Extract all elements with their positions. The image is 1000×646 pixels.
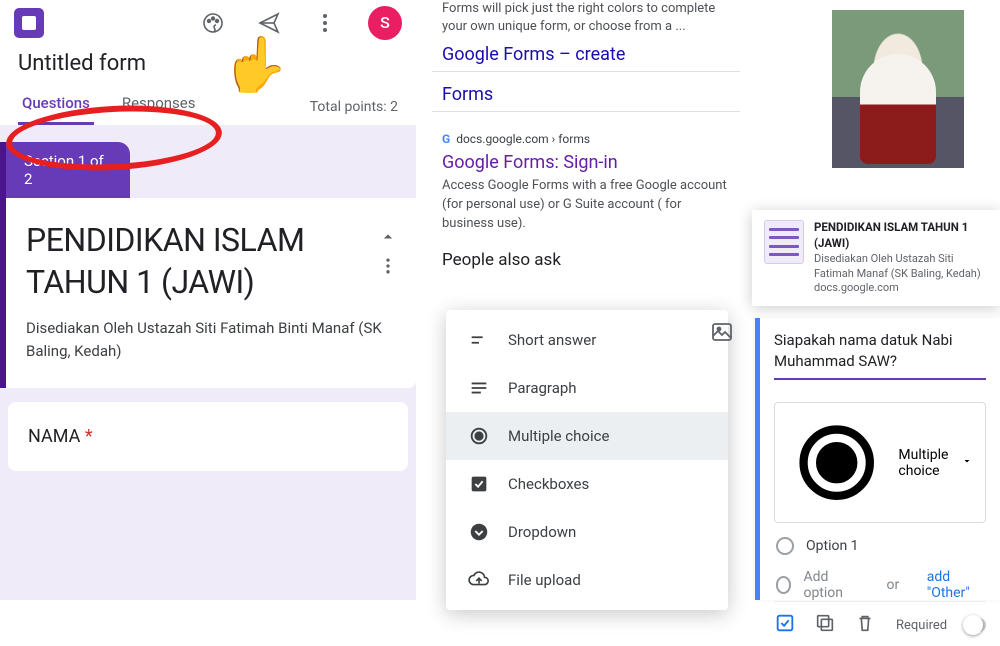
search-link-create[interactable]: Google Forms – create bbox=[432, 38, 740, 65]
radio-unselected-icon bbox=[776, 537, 794, 555]
qtype-label: File upload bbox=[508, 571, 581, 589]
or-label: or bbox=[887, 577, 900, 593]
question-card-footer: Required bbox=[774, 601, 986, 646]
search-snippet-signin: Access Google Forms with a free Google a… bbox=[432, 173, 740, 234]
total-points-label: Total points: 2 bbox=[310, 99, 398, 125]
qtype-file-upload[interactable]: File upload bbox=[446, 556, 728, 604]
form-file-title[interactable]: Untitled form bbox=[0, 45, 416, 76]
form-description[interactable]: Disediakan Oleh Ustazah Siti Fatimah Bin… bbox=[26, 317, 396, 362]
question-card-nama[interactable]: NAMA * bbox=[8, 402, 408, 471]
insert-image-icon[interactable] bbox=[710, 320, 734, 344]
required-toggle[interactable] bbox=[965, 618, 986, 632]
required-label: Required bbox=[896, 618, 947, 633]
qtype-label: Short answer bbox=[508, 331, 596, 349]
qtype-label: Paragraph bbox=[508, 379, 577, 397]
qtype-multiple-choice[interactable]: Multiple choice bbox=[446, 412, 728, 460]
question-type-select[interactable]: Multiple choice bbox=[774, 402, 986, 523]
form-title[interactable]: PENDIDIKAN ISLAM TAHUN 1 (JAWI) bbox=[26, 220, 336, 303]
add-option-label[interactable]: Add option bbox=[803, 569, 859, 601]
more-vert-icon[interactable] bbox=[312, 10, 338, 36]
question-editor-card[interactable]: Siapakah nama datuk Nabi Muhammad SAW? M… bbox=[755, 318, 1000, 600]
form-header-card[interactable]: PENDIDIKAN ISLAM TAHUN 1 (JAWI) Disediak… bbox=[0, 198, 416, 388]
qtype-short-answer[interactable]: Short answer bbox=[446, 316, 728, 364]
chevron-down-icon bbox=[961, 455, 973, 471]
question-label: NAMA bbox=[28, 426, 80, 447]
delete-icon[interactable] bbox=[854, 612, 876, 638]
required-asterisk: * bbox=[85, 426, 93, 447]
card-expand-collapse-icon[interactable] bbox=[378, 226, 398, 276]
qtype-checkboxes[interactable]: Checkboxes bbox=[446, 460, 728, 508]
teacher-photo bbox=[832, 10, 964, 168]
option-label[interactable]: Option 1 bbox=[806, 538, 859, 554]
search-breadcrumb: G docs.google.com › forms bbox=[432, 118, 740, 146]
forms-editor-mobile: S Untitled form Questions Responses Tota… bbox=[0, 0, 416, 600]
search-snippet-top: Forms will pick just the right colors to… bbox=[432, 0, 740, 38]
link-card-text: PENDIDIKAN ISLAM TAHUN 1 (JAWI) Disediak… bbox=[814, 220, 994, 296]
answer-key-icon[interactable] bbox=[774, 612, 796, 638]
add-option-row[interactable]: Add option or add "Other" bbox=[774, 555, 986, 601]
google-forms-logo-icon[interactable] bbox=[14, 8, 44, 38]
link-card-domain: docs.google.com bbox=[814, 281, 899, 294]
customize-theme-icon[interactable] bbox=[200, 10, 226, 36]
qtype-dropdown[interactable]: Dropdown bbox=[446, 508, 728, 556]
form-thumbnail-icon bbox=[764, 220, 804, 264]
forms-link-preview-card[interactable]: PENDIDIKAN ISLAM TAHUN 1 (JAWI) Disediak… bbox=[752, 210, 1000, 306]
qtype-label: Dropdown bbox=[508, 523, 576, 541]
qtype-label: Checkboxes bbox=[508, 475, 589, 493]
people-also-ask-heading: People also ask bbox=[432, 234, 740, 276]
search-link-signin[interactable]: Google Forms: Sign-in bbox=[432, 146, 740, 173]
google-g-icon: G bbox=[442, 132, 450, 146]
link-card-subtitle: Disediakan Oleh Ustazah Siti Fatimah Man… bbox=[814, 252, 981, 280]
link-card-title: PENDIDIKAN ISLAM TAHUN 1 (JAWI) bbox=[814, 220, 968, 250]
search-link-forms[interactable]: Forms bbox=[432, 78, 740, 105]
breadcrumb-text: docs.google.com › forms bbox=[456, 132, 590, 146]
account-avatar[interactable]: S bbox=[368, 6, 402, 40]
add-other-link[interactable]: add "Other" bbox=[927, 569, 984, 601]
duplicate-icon[interactable] bbox=[814, 612, 836, 638]
question-text-input[interactable]: Siapakah nama datuk Nabi Muhammad SAW? bbox=[774, 330, 986, 380]
send-icon[interactable] bbox=[256, 10, 282, 36]
radio-unselected-icon bbox=[776, 576, 791, 594]
option-row-1[interactable]: Option 1 bbox=[774, 523, 986, 555]
qtype-paragraph[interactable]: Paragraph bbox=[446, 364, 728, 412]
pointing-hand-icon: 👆 bbox=[222, 34, 289, 97]
question-type-dropdown: Short answer Paragraph Multiple choice C… bbox=[446, 310, 728, 610]
qtype-label: Multiple choice bbox=[508, 427, 609, 445]
type-select-label: Multiple choice bbox=[898, 447, 949, 479]
editor-topbar: S bbox=[0, 0, 416, 45]
